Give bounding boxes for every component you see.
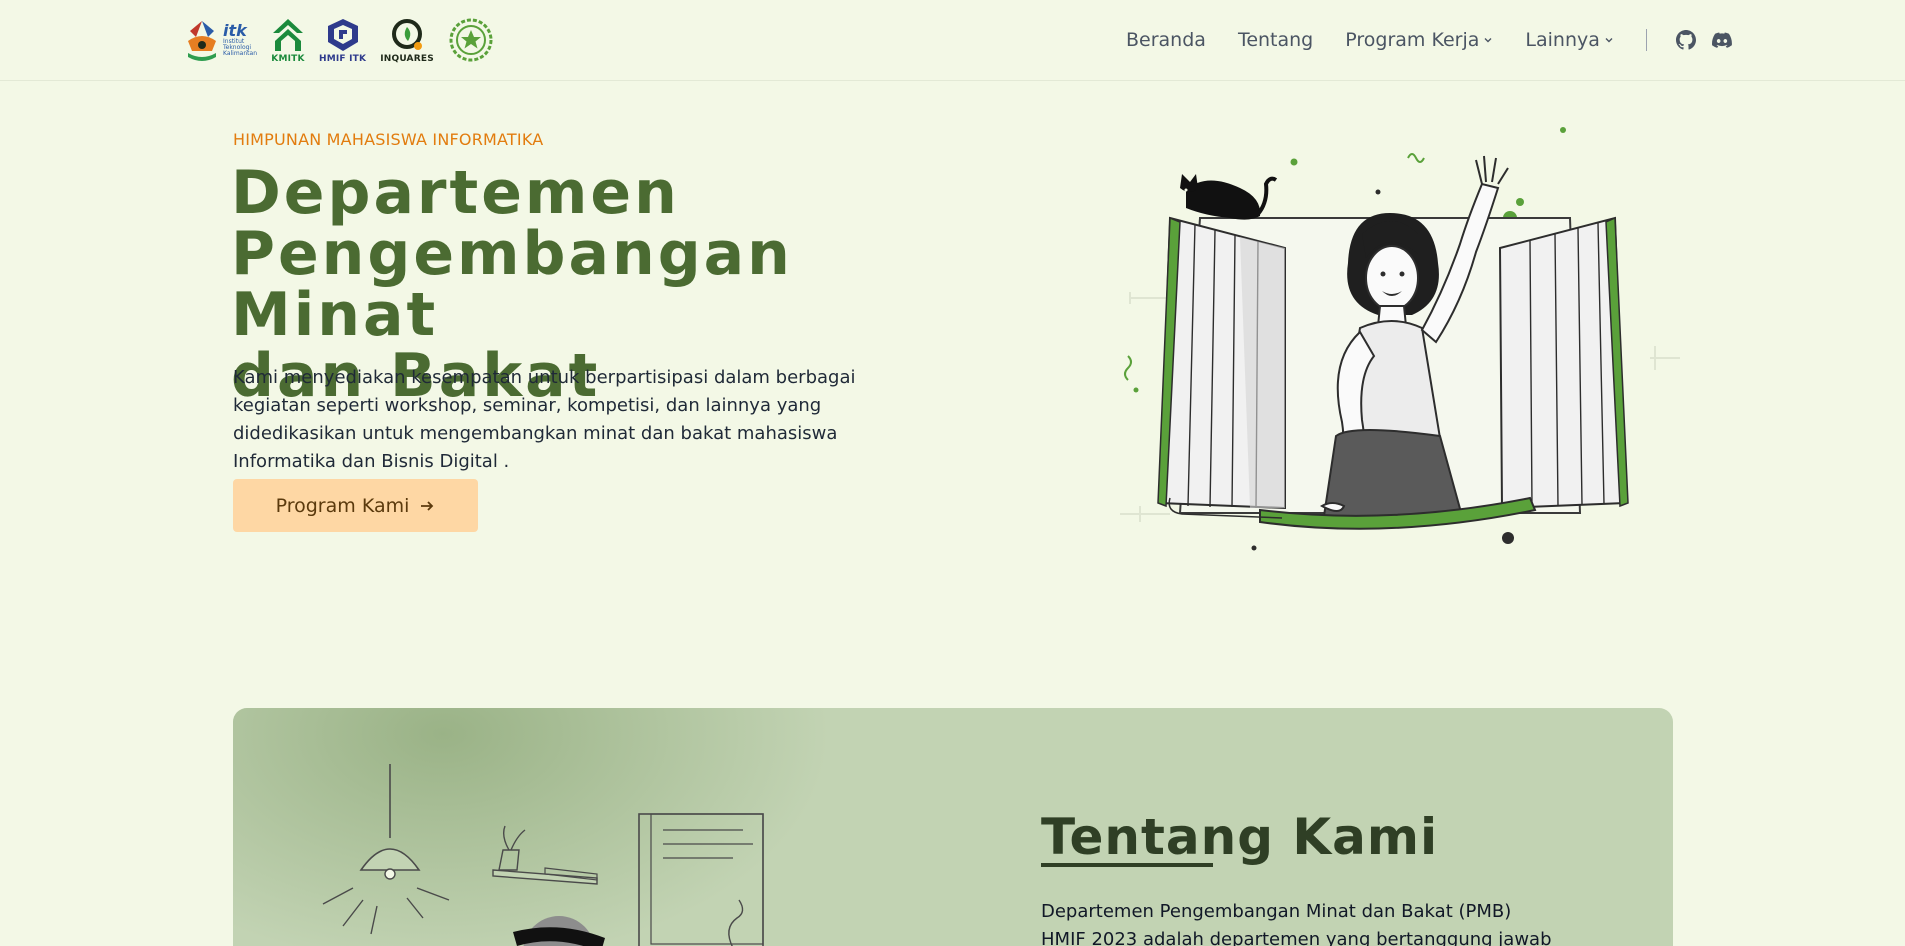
- nav-program-kerja-label: Program Kerja: [1345, 29, 1480, 51]
- program-kami-button[interactable]: Program Kami: [233, 479, 478, 532]
- inquares-logo[interactable]: INQUARES: [380, 17, 434, 64]
- inquares-emblem-icon: [392, 18, 423, 50]
- hero-description: Kami menyediakan kesempatan untuk berpar…: [233, 367, 856, 472]
- chevron-down-icon: [1605, 38, 1613, 43]
- hero-eyebrow: HIMPUNAN MAHASISWA INFORMATIKA: [233, 130, 544, 149]
- nav-tentang-label: Tentang: [1237, 29, 1314, 51]
- itk-logo-sub: Institut Teknologi Kalimantan: [223, 38, 257, 57]
- about-text: Departemen Pengembangan Minat dan Bakat …: [1041, 901, 1552, 946]
- kmitk-logo[interactable]: KMITK: [271, 17, 305, 64]
- itk-logo[interactable]: itk Institut Teknologi Kalimantan: [184, 17, 257, 63]
- program-kami-label: Program Kami: [275, 494, 410, 517]
- about-section: Tentang Kami Departemen Pengembangan Min…: [233, 708, 1673, 946]
- arrow-right-icon: [421, 500, 434, 511]
- pmb-logo[interactable]: [448, 17, 494, 63]
- itk-emblem-icon: [188, 21, 216, 61]
- about-title-underline: [1041, 863, 1213, 867]
- nav-beranda[interactable]: Beranda: [1126, 29, 1206, 51]
- hmif-emblem-icon: [327, 18, 358, 51]
- cat-figure: [1180, 174, 1278, 220]
- right-shutter: [1498, 216, 1627, 510]
- nav-lainnya-label: Lainnya: [1525, 29, 1600, 51]
- about-illustration: [322, 764, 764, 946]
- nav-lainnya[interactable]: Lainnya: [1525, 29, 1613, 51]
- about-title: Tentang Kami: [1041, 808, 1439, 866]
- kmitk-emblem-icon: [273, 18, 303, 51]
- pmb-emblem-icon: [449, 18, 493, 62]
- hmif-itk-logo[interactable]: HMIF ITK: [319, 17, 366, 64]
- hero-title-line2: Pengembangan Minat: [231, 219, 793, 350]
- hero-illustration: [1120, 127, 1680, 551]
- inquares-caption: INQUARES: [380, 53, 434, 64]
- logo-group: itk Institut Teknologi Kalimantan KMITK …: [184, 14, 494, 66]
- kmitk-caption: KMITK: [271, 53, 305, 64]
- nav-program-kerja[interactable]: Program Kerja: [1345, 29, 1493, 51]
- main-nav: Beranda Tentang Program Kerja Lainnya: [1126, 22, 1747, 58]
- hero-title-line1: Departemen: [231, 158, 680, 228]
- window-frame: [638, 813, 764, 946]
- itk-logo-label: itk: [223, 21, 247, 40]
- github-icon[interactable]: [1675, 29, 1697, 51]
- nav-tentang[interactable]: Tentang: [1238, 29, 1313, 51]
- nav-beranda-label: Beranda: [1126, 29, 1206, 51]
- site-header: itk Institut Teknologi Kalimantan KMITK …: [0, 0, 1905, 81]
- discord-icon[interactable]: [1711, 29, 1733, 51]
- chevron-down-icon: [1484, 38, 1492, 43]
- nav-divider: [1645, 29, 1647, 51]
- lamp-icon: [359, 848, 421, 871]
- hmif-caption: HMIF ITK: [319, 53, 367, 64]
